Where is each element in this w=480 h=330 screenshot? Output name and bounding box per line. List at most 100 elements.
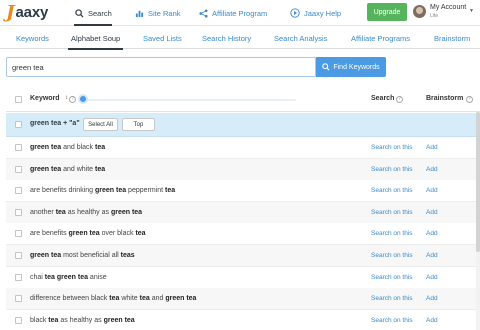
nav-search[interactable]: Search xyxy=(74,4,112,26)
keyword-text: are benefits green tea over black tea xyxy=(30,230,146,237)
upgrade-button[interactable]: Upgrade xyxy=(367,3,407,21)
add-link[interactable]: Add xyxy=(426,187,438,194)
add-link[interactable]: Add xyxy=(426,230,438,237)
keyword-match: tea green tea xyxy=(44,273,88,281)
keyword-text: are benefits drinking green tea peppermi… xyxy=(30,187,175,194)
nav-site-rank-label: Site Rank xyxy=(148,8,181,18)
row-checkbox[interactable] xyxy=(15,230,22,238)
help-icon[interactable]: ? xyxy=(396,96,403,103)
search-on-this-link[interactable]: Search on this xyxy=(371,187,413,194)
nav-search-label: Search xyxy=(88,8,112,18)
nav-jaaxy-help[interactable]: Jaaxy Help xyxy=(290,4,341,22)
seed-row: green tea + "a" Select All Top xyxy=(6,113,480,137)
avatar[interactable] xyxy=(413,5,426,18)
bar-chart-icon xyxy=(134,8,144,18)
add-link[interactable]: Add xyxy=(426,144,438,151)
find-keywords-button[interactable]: Find Keywords xyxy=(316,57,386,77)
help-icon[interactable]: ? xyxy=(466,96,473,103)
add-link[interactable]: Add xyxy=(426,274,438,281)
nav-affiliate-label: Affiliate Program xyxy=(212,8,268,18)
keyword-match: green tea xyxy=(110,208,143,216)
keyword-match: green tea xyxy=(94,187,127,195)
nav-site-rank[interactable]: Site Rank xyxy=(134,4,181,22)
search-on-this-link[interactable]: Search on this xyxy=(371,295,413,302)
find-keywords-label: Find Keywords xyxy=(333,63,380,71)
row-checkbox[interactable] xyxy=(15,144,22,151)
jaaxy-logo[interactable]: J aaxy xyxy=(6,2,48,24)
keyword-fragment: anise xyxy=(87,273,107,281)
keyword-match: green tea xyxy=(30,252,62,259)
sort-icon[interactable]: ↕ xyxy=(65,95,68,101)
keyword-fragment: and white xyxy=(61,165,95,173)
keyword-fragment: are benefits xyxy=(30,230,69,238)
search-on-this-link[interactable]: Search on this xyxy=(371,144,413,151)
keyword-text: green tea most beneficial all teas xyxy=(30,252,135,259)
add-link[interactable]: Add xyxy=(426,295,438,302)
keyword-match: teas xyxy=(120,252,135,259)
search-icon xyxy=(322,63,330,71)
search-on-this-link[interactable]: Search on this xyxy=(371,274,413,281)
row-checkbox[interactable] xyxy=(15,165,22,173)
table-row: are benefits green tea over black tea Sea… xyxy=(6,223,480,246)
letter-slider-track[interactable] xyxy=(86,99,296,101)
keyword-fragment: another xyxy=(30,208,56,216)
logo-text: aaxy xyxy=(15,4,49,21)
table-row: are benefits drinking green tea peppermi… xyxy=(6,180,480,203)
keyword-text: green tea and black tea xyxy=(30,144,105,151)
scrollbar-thumb[interactable] xyxy=(476,112,480,252)
table-row: another tea as healthy as green tea Searc… xyxy=(6,201,480,224)
keyword-match: green tea xyxy=(30,144,62,151)
account-plan-label: Lite xyxy=(430,13,439,19)
row-checkbox[interactable] xyxy=(15,187,22,195)
add-link[interactable]: Add xyxy=(426,209,438,216)
keyword-match: tea xyxy=(94,144,106,151)
row-checkbox[interactable] xyxy=(15,252,22,259)
tab-keywords[interactable]: Keywords xyxy=(16,27,49,49)
keyword-match: green tea xyxy=(30,165,62,173)
my-account-label[interactable]: My Account xyxy=(430,4,466,11)
tab-search-history[interactable]: Search History xyxy=(202,27,251,49)
select-all-checkbox[interactable] xyxy=(15,96,22,103)
letter-slider-handle[interactable] xyxy=(78,94,88,104)
search-on-this-link[interactable]: Search on this xyxy=(371,317,413,324)
keyword-fragment: white xyxy=(119,295,140,303)
keyword-match: tea xyxy=(135,230,146,238)
row-checkbox[interactable] xyxy=(15,295,22,303)
search-on-this-link[interactable]: Search on this xyxy=(371,252,413,259)
row-checkbox[interactable] xyxy=(15,273,22,281)
search-on-this-link[interactable]: Search on this xyxy=(371,209,413,216)
top-button[interactable]: Top xyxy=(122,118,155,131)
add-link[interactable]: Add xyxy=(426,252,438,259)
select-all-button[interactable]: Select All xyxy=(83,118,118,131)
row-checkbox[interactable] xyxy=(15,208,22,216)
add-link[interactable]: Add xyxy=(426,166,438,173)
tab-saved-lists[interactable]: Saved Lists xyxy=(143,27,182,49)
chevron-down-icon[interactable]: ▼ xyxy=(469,8,474,14)
tab-alphabet-soup[interactable]: Alphabet Soup xyxy=(67,27,124,50)
seed-row-checkbox[interactable] xyxy=(15,121,22,128)
help-icon[interactable]: ? xyxy=(69,96,76,103)
column-brainstorm: Brainstorm xyxy=(426,95,464,102)
add-link[interactable]: Add xyxy=(426,317,438,324)
play-icon xyxy=(290,8,300,18)
keyword-fragment: chai xyxy=(30,273,45,281)
column-keyword[interactable]: Keyword xyxy=(30,95,60,102)
keyword-search-input[interactable] xyxy=(6,57,316,77)
keyword-fragment: as healthy as xyxy=(65,208,111,216)
scrollbar[interactable] xyxy=(476,112,480,330)
keyword-match: tea xyxy=(94,165,106,173)
tab-affiliate-programs[interactable]: Affiliate Programs xyxy=(351,27,410,49)
tab-search-analysis[interactable]: Search Analysis xyxy=(274,27,327,49)
nav-affiliate-program[interactable]: Affiliate Program xyxy=(198,4,267,22)
tab-bar: Keywords Alphabet Soup Saved Lists Searc… xyxy=(0,27,480,50)
search-on-this-link[interactable]: Search on this xyxy=(371,166,413,173)
keyword-match: tea xyxy=(139,295,150,303)
keyword-match: tea xyxy=(48,316,59,324)
keyword-match: tea xyxy=(55,208,66,216)
row-checkbox[interactable] xyxy=(15,316,22,324)
keyword-fragment: black xyxy=(30,316,49,324)
logo-letter: J xyxy=(6,2,15,23)
tab-brainstorm[interactable]: Brainstorm xyxy=(434,27,470,49)
keyword-fragment: over black xyxy=(99,230,136,238)
search-on-this-link[interactable]: Search on this xyxy=(371,230,413,237)
